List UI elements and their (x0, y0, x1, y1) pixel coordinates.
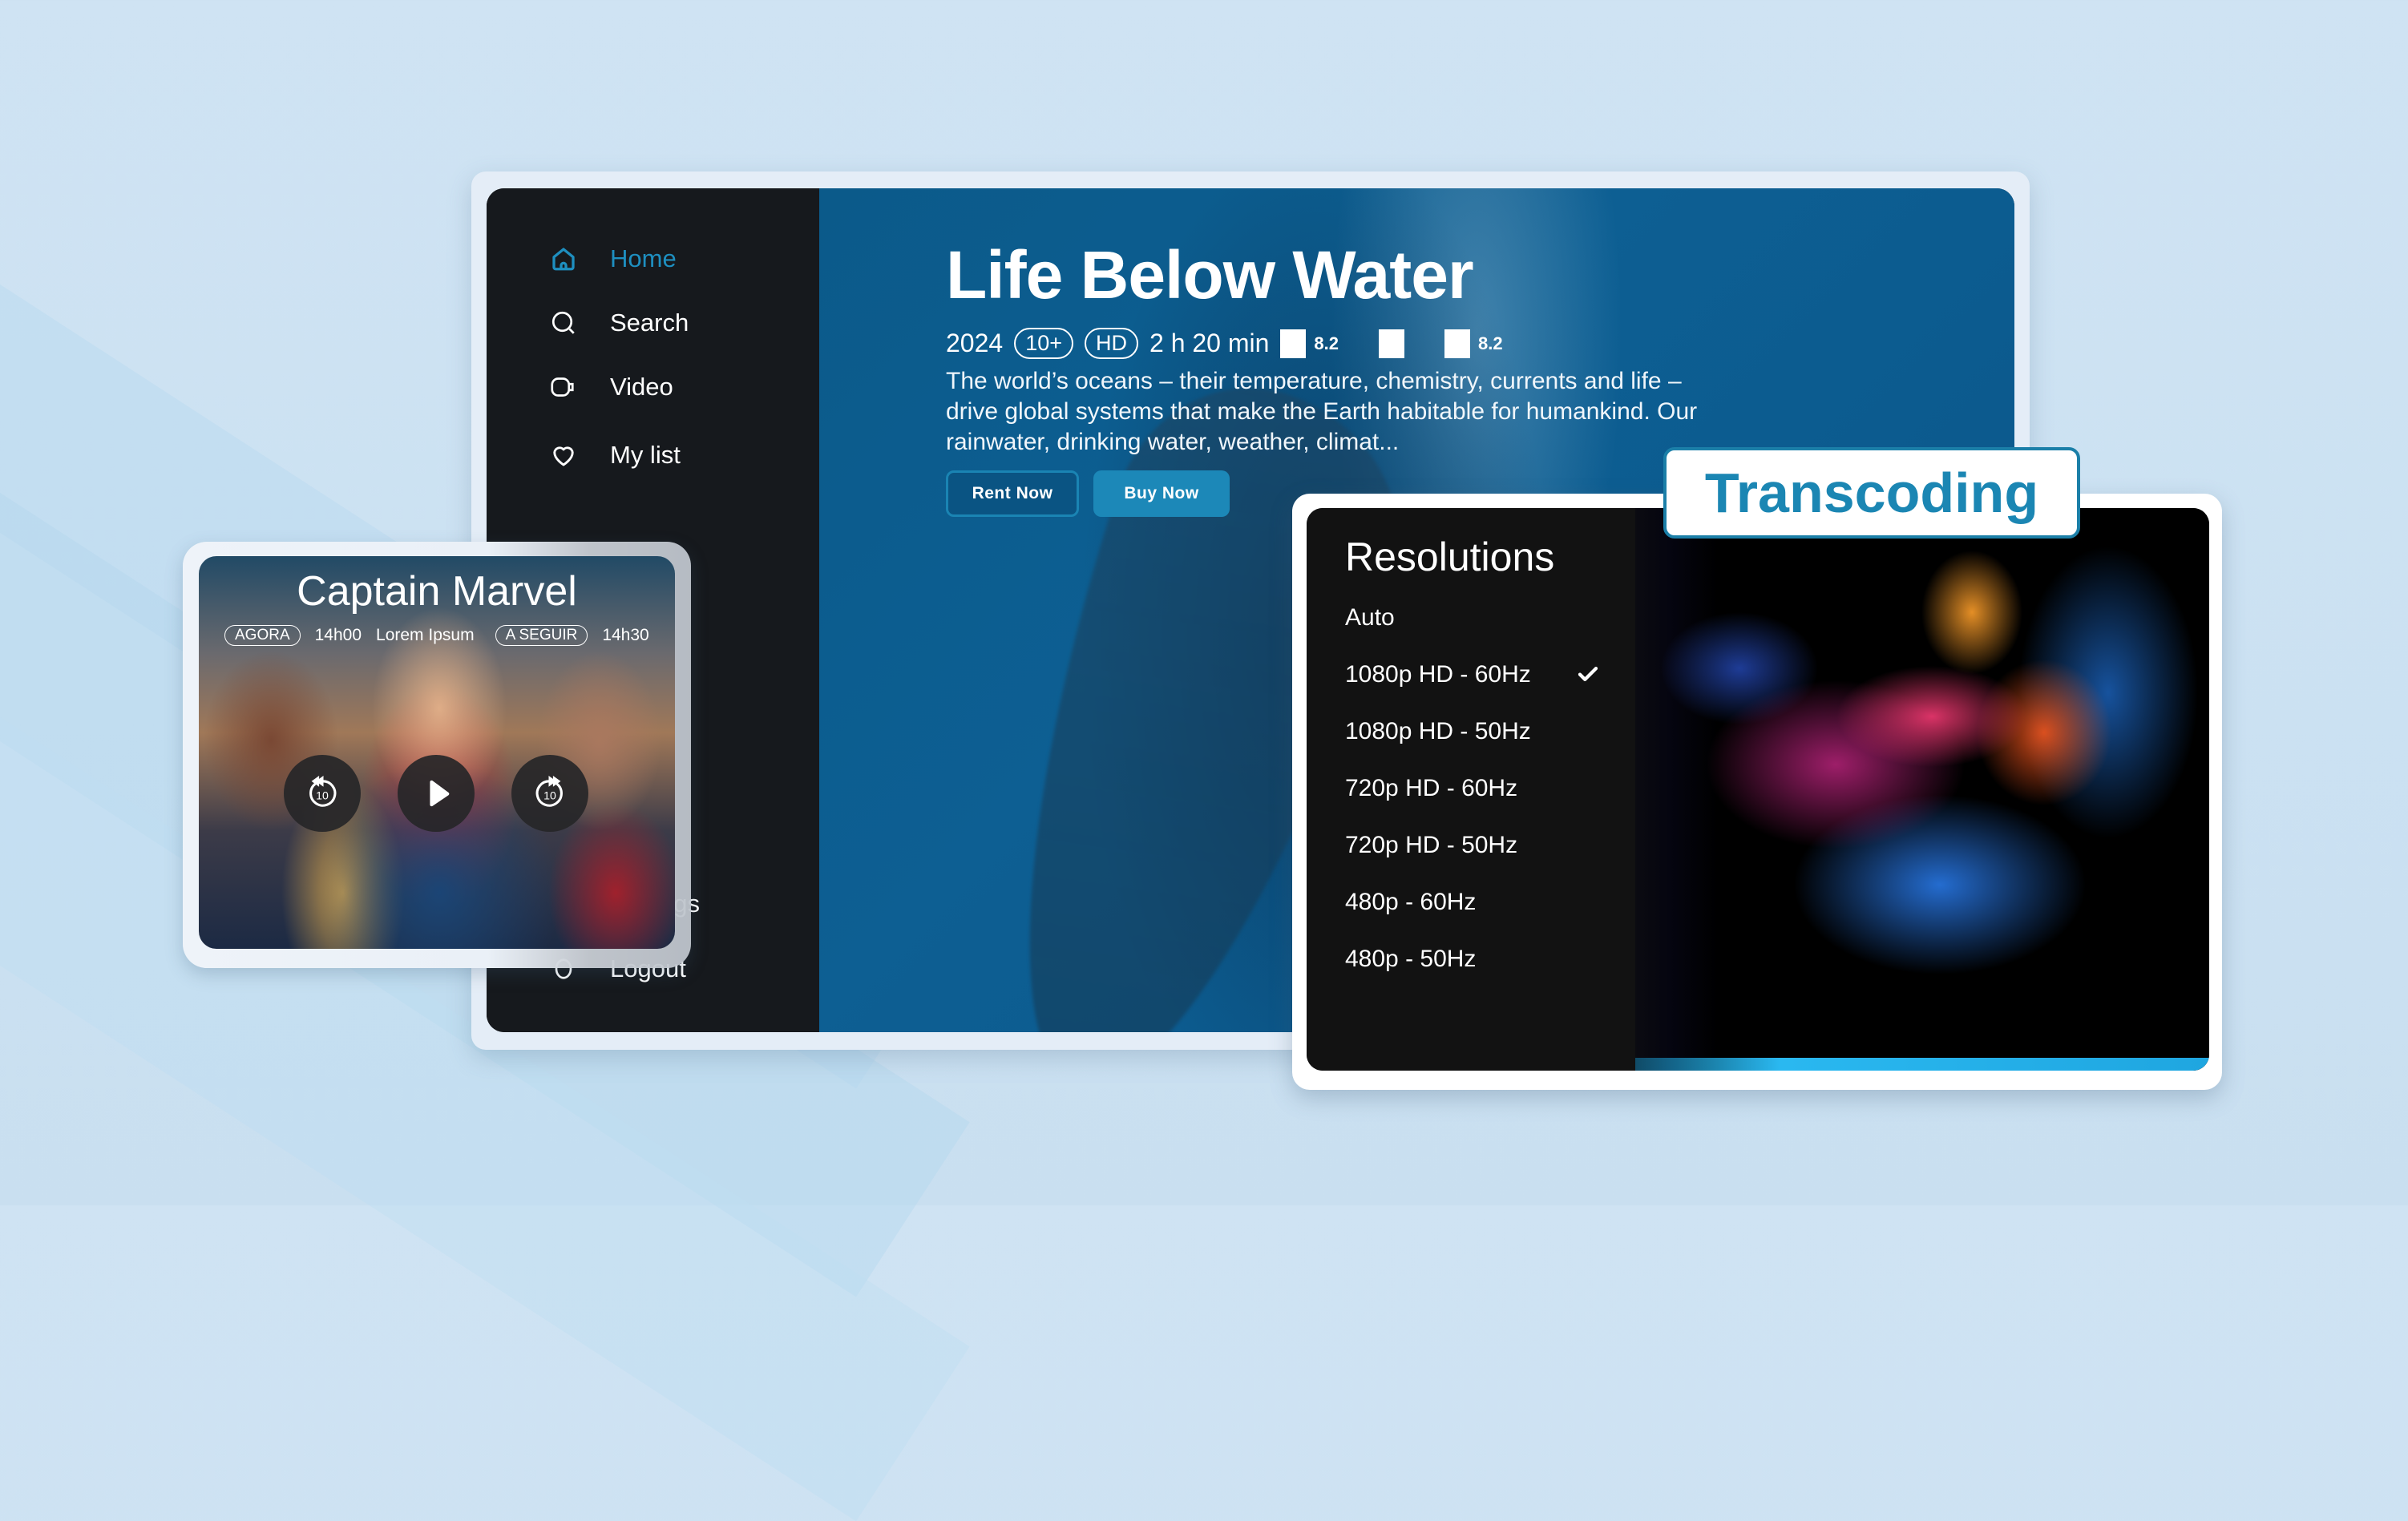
now-time: 14h00 (314, 626, 362, 644)
video-icon (551, 377, 574, 397)
mini-player-card: Captain Marvel AGORA 14h00 Lorem Ipsum A… (183, 542, 691, 968)
rating-source-icon (1379, 329, 1405, 358)
sidebar-item-label: Search (610, 309, 689, 337)
sidebar-item-label: My list (610, 441, 681, 469)
rating-source-icon (1444, 329, 1471, 358)
play-button[interactable] (398, 755, 475, 832)
resolution-option-480p-60hz[interactable]: 480p - 60Hz (1345, 889, 1476, 916)
sidebar-item-label: Video (610, 373, 673, 401)
release-year: 2024 (946, 329, 1004, 357)
rating-value: 8.2 (1314, 333, 1339, 353)
sidebar-item-label: Home (610, 244, 677, 272)
forward-10-button[interactable]: 10 (511, 755, 588, 832)
resolutions-title: Resolutions (1345, 535, 1555, 579)
play-icon (430, 780, 450, 807)
age-rating-badge: 10+ (1014, 328, 1073, 359)
rewind-seconds: 10 (316, 789, 329, 802)
transcoding-badge: Transcoding (1663, 447, 2080, 539)
forward-seconds: 10 (543, 789, 556, 802)
dancer-image (1595, 508, 2209, 1071)
rating-source-icon (1280, 329, 1307, 358)
resolutions-screen: Resolutions Auto 1080p HD - 60Hz 1080p H… (1307, 508, 2209, 1071)
hero-description: The world’s oceans – their temperature, … (946, 368, 1698, 455)
resolution-option-1080p-50hz[interactable]: 1080p HD - 50Hz (1345, 718, 1531, 745)
duration: 2 h 20 min (1149, 329, 1270, 357)
rewind-10-button[interactable]: 10 (284, 755, 361, 832)
next-badge: A SEGUIR (495, 625, 588, 646)
buy-now-button[interactable]: Buy Now (1093, 470, 1230, 517)
resolution-option-720p-60hz[interactable]: 720p HD - 60Hz (1345, 775, 1517, 802)
resolution-option-720p-50hz[interactable]: 720p HD - 50Hz (1345, 832, 1517, 859)
now-program: Lorem Ipsum (376, 626, 475, 644)
resolutions-card: Resolutions Auto 1080p HD - 60Hz 1080p H… (1292, 494, 2222, 1090)
sidebar-item-video[interactable]: Video (549, 373, 673, 401)
rewind-10-icon: 10 (309, 775, 337, 807)
quality-badge: HD (1085, 328, 1138, 359)
rating-value: 8.2 (1478, 333, 1503, 353)
program-title: Captain Marvel (297, 568, 577, 615)
now-badge: AGORA (224, 625, 301, 646)
heart-icon (553, 446, 574, 466)
sidebar-item-my-list[interactable]: My list (549, 441, 681, 470)
sidebar-item-home[interactable]: Home (549, 244, 677, 273)
checkmark-icon (1578, 667, 1598, 681)
sidebar-item-search[interactable]: Search (549, 309, 689, 337)
resolution-option-auto[interactable]: Auto (1345, 604, 1395, 631)
resolutions-menu: Resolutions Auto 1080p HD - 60Hz 1080p H… (1307, 508, 1635, 1071)
resolution-option-480p-50hz[interactable]: 480p - 50Hz (1345, 946, 1476, 973)
forward-10-icon: 10 (535, 775, 563, 807)
rent-now-button[interactable]: Rent Now (946, 470, 1079, 517)
program-schedule: AGORA 14h00 Lorem Ipsum A SEGUIR 14h30 (224, 625, 649, 646)
home-icon (552, 248, 575, 271)
resolution-option-1080p-60hz[interactable]: 1080p HD - 60Hz (1345, 661, 1531, 688)
hero-title: Life Below Water (946, 237, 1474, 313)
next-time: 14h30 (602, 626, 649, 644)
search-icon (551, 311, 575, 334)
stage-floor-light (1595, 1058, 2209, 1071)
hero-metadata: 2024 10+ HD 2 h 20 min 8.2 8.2 (946, 328, 1503, 359)
mini-player-screen: Captain Marvel AGORA 14h00 Lorem Ipsum A… (199, 556, 675, 949)
